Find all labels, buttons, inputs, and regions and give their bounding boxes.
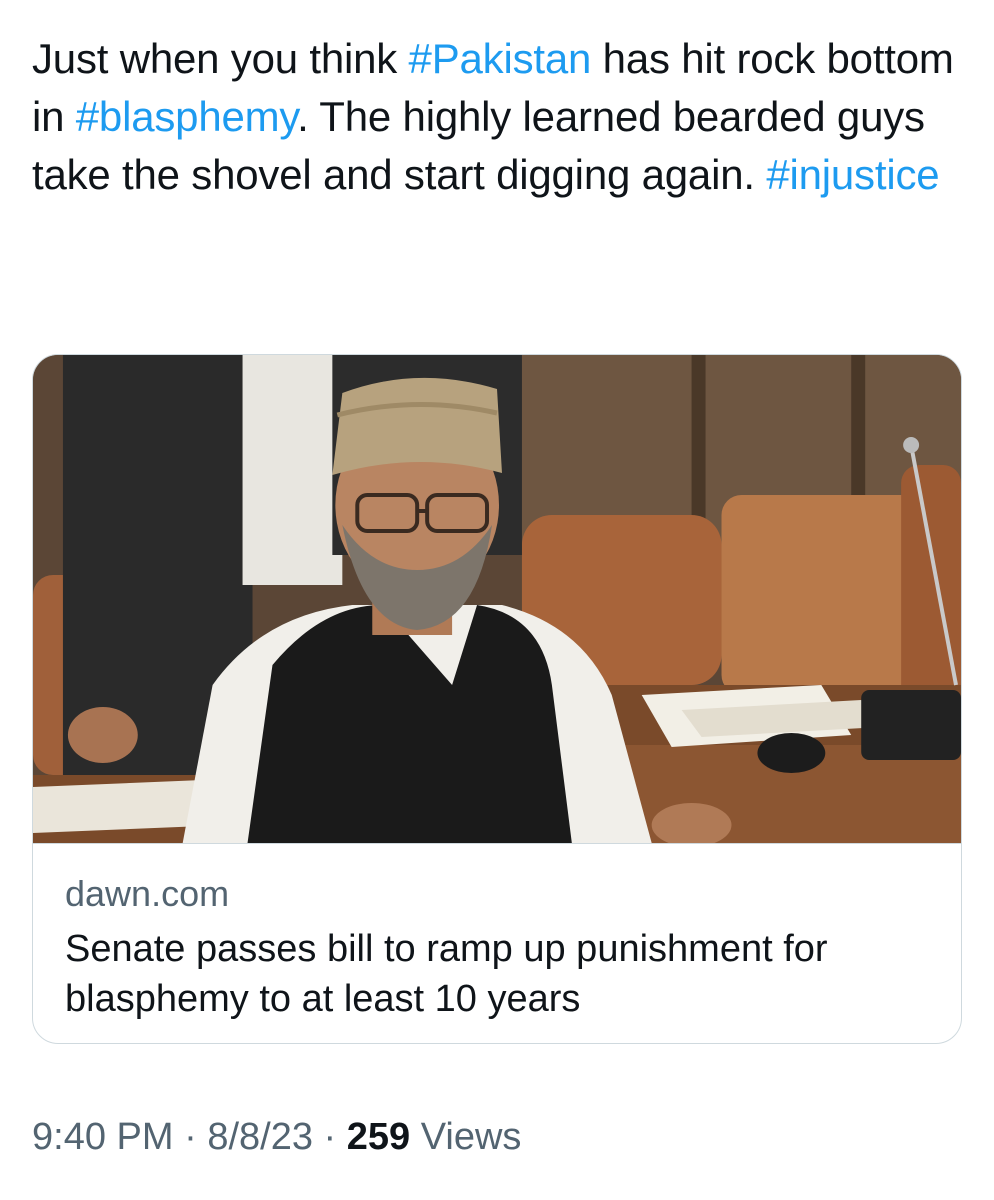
timestamp-date[interactable]: 8/8/23 — [207, 1116, 313, 1158]
views-label: Views — [420, 1116, 522, 1158]
card-title: Senate passes bill to ramp up punishment… — [65, 928, 828, 1020]
hashtag-link-blasphemy[interactable]: #blasphemy — [76, 93, 298, 140]
meta-separator: · — [323, 1116, 337, 1158]
tweet-text: Just when you think #Pakistan has hit ro… — [32, 30, 962, 204]
views-count: 259 — [346, 1116, 411, 1158]
hashtag-link-injustice[interactable]: #injustice — [766, 151, 939, 198]
card-image[interactable] — [33, 355, 961, 843]
link-preview-card[interactable]: dawn.com Senate passes bill to ramp up p… — [32, 354, 962, 1044]
card-domain: dawn.com — [65, 873, 230, 914]
card-image-illustration — [33, 355, 961, 843]
card-footer[interactable]: dawn.com Senate passes bill to ramp up p… — [33, 843, 961, 1043]
hashtag-link-pakistan[interactable]: #Pakistan — [409, 35, 592, 82]
timestamp-time[interactable]: 9:40 PM — [32, 1116, 174, 1158]
tweet-text-segment: Just when you think — [32, 35, 409, 82]
tweet-meta: 9:40 PM · 8/8/23 · 259 Views — [32, 1112, 521, 1162]
meta-separator: · — [184, 1116, 197, 1158]
